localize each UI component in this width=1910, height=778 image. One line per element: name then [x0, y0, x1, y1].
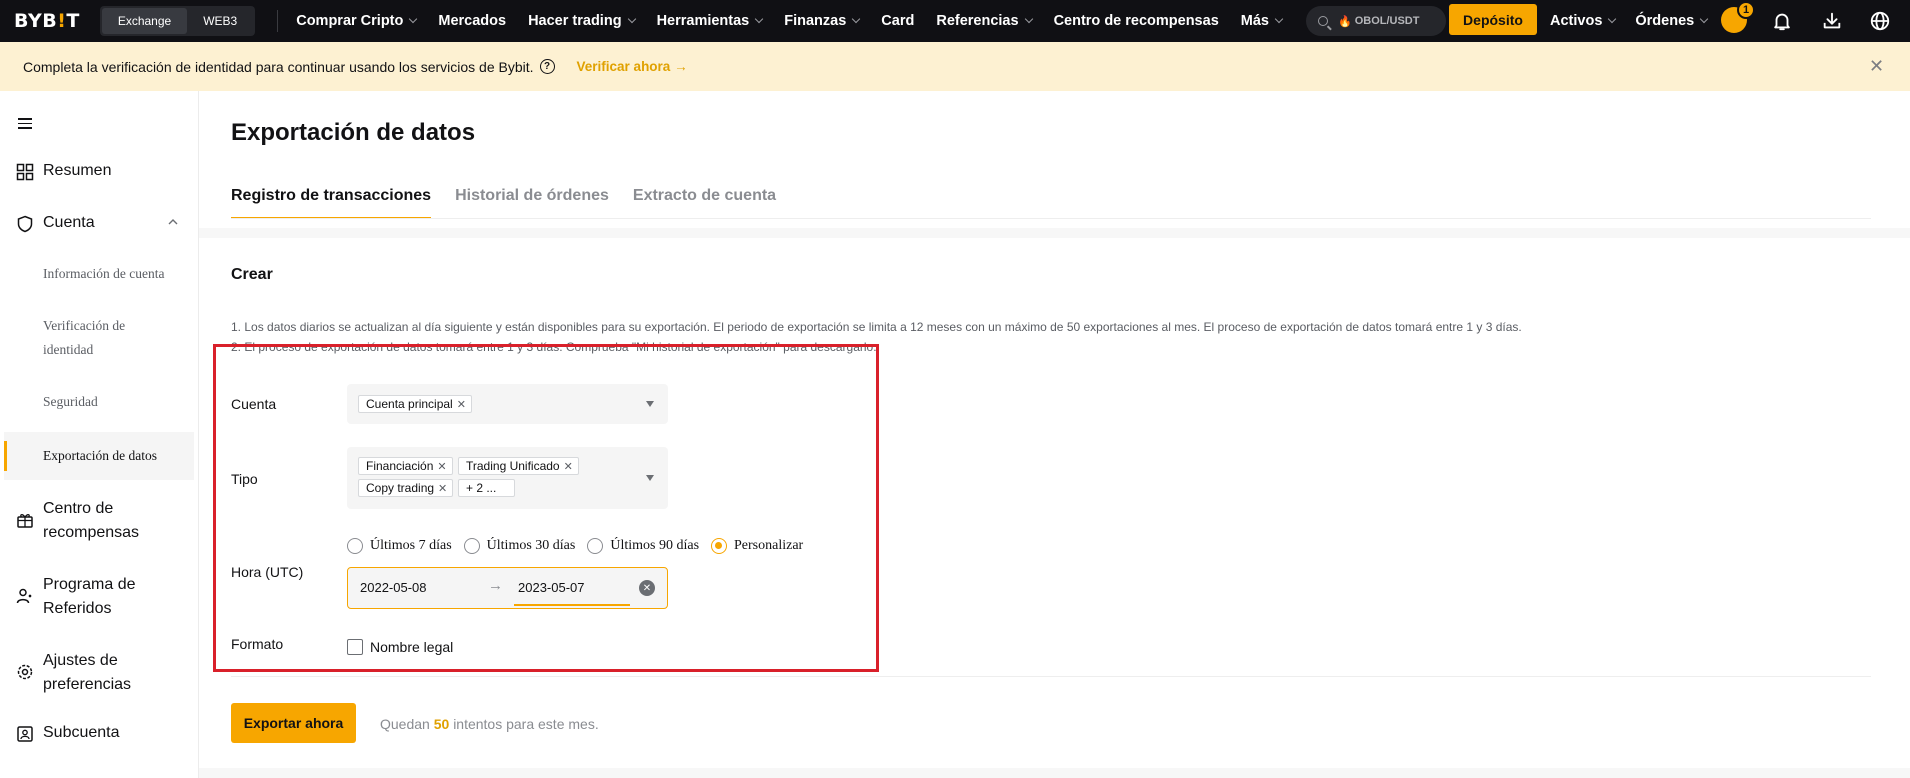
globe-icon[interactable]	[1869, 10, 1891, 32]
nav-divider	[277, 10, 279, 32]
chevron-down-icon	[1274, 14, 1284, 24]
users-icon	[16, 588, 32, 604]
nav-referencias[interactable]: Referencias	[936, 13, 1033, 29]
web3-toggle[interactable]: WEB3	[187, 8, 253, 34]
verify-now-link[interactable]: Verificar ahora →	[577, 59, 688, 74]
remaining-attempts: Quedan 50 intentos para este mes.	[380, 716, 599, 732]
chevron-down-icon	[627, 14, 636, 24]
gear-icon	[17, 664, 33, 680]
tab-registro-transacciones[interactable]: Registro de transacciones	[231, 187, 432, 219]
grid-icon	[16, 163, 34, 181]
chevron-down-icon	[1699, 14, 1709, 24]
bybit-logo[interactable]: BYB!T	[14, 10, 80, 32]
bottom-band	[199, 768, 1910, 778]
section-band	[199, 228, 1910, 238]
tab-extracto-cuenta[interactable]: Extracto de cuenta	[633, 187, 776, 219]
nav-ordenes[interactable]: Órdenes	[1635, 13, 1709, 29]
highlight-box	[213, 344, 879, 672]
nav-centro-recompensas[interactable]: Centro de recompensas	[1054, 13, 1219, 29]
form-divider	[231, 676, 1871, 677]
sidebar-sub-exportacion-label: Exportación de datos	[43, 448, 157, 463]
sidebar-item-centro-recompensas[interactable]: Centro de recompensas	[16, 497, 139, 545]
chevron-down-icon	[1024, 14, 1033, 24]
exchange-web3-switch: Exchange WEB3	[99, 6, 256, 36]
search-input[interactable]: 🔥 OBOL/USDT	[1305, 6, 1446, 36]
sidebar-item-cuenta[interactable]: Cuenta	[16, 214, 186, 233]
sidebar-sub-verificacion[interactable]: Verificación de identidad	[43, 314, 125, 362]
sidebar-item-label: Cuenta	[43, 214, 95, 231]
sidebar-item-ajustes-preferencias[interactable]: Ajustes de preferencias	[16, 649, 131, 697]
sidebar-sub-exportacion-active[interactable]: Exportación de datos	[4, 432, 194, 480]
chevron-up-icon[interactable]	[168, 218, 178, 226]
notification-count-badge: 1	[1737, 1, 1755, 19]
chevron-down-icon	[1608, 14, 1617, 24]
search-icon	[1317, 16, 1328, 26]
sidebar-sub-seguridad[interactable]: Seguridad	[43, 390, 98, 414]
chevron-down-icon	[755, 14, 764, 24]
sidebar: Resumen Cuenta Información de cuenta Ver…	[0, 91, 199, 778]
nav-finanzas[interactable]: Finanzas	[784, 13, 861, 29]
sidebar-item-label: Subcuenta	[43, 724, 120, 741]
sub-account-icon	[17, 726, 33, 742]
chevron-down-icon	[409, 14, 418, 24]
tab-historial-ordenes[interactable]: Historial de órdenes	[455, 187, 609, 219]
nav-comprar-cripto[interactable]: Comprar Cripto	[296, 13, 418, 29]
download-icon[interactable]	[1821, 10, 1843, 32]
sidebar-item-resumen[interactable]: Resumen	[16, 162, 111, 181]
avatar[interactable]: 1	[1721, 1, 1755, 33]
export-now-button[interactable]: Exportar ahora	[231, 703, 356, 743]
nav-mas[interactable]: Más	[1241, 13, 1284, 29]
exchange-toggle[interactable]: Exchange	[101, 8, 188, 34]
kyc-banner: Completa la verificación de identidad pa…	[0, 42, 1910, 91]
collapse-menu-icon[interactable]	[18, 118, 32, 130]
tabs: Registro de transacciones Historial de ó…	[231, 187, 800, 219]
banner-message: Completa la verificación de identidad pa…	[23, 58, 534, 75]
deposit-button[interactable]: Depósito	[1449, 4, 1537, 35]
sidebar-item-programa-referidos[interactable]: Programa de Referidos	[16, 573, 136, 621]
nav-hacer-trading[interactable]: Hacer trading	[528, 13, 636, 29]
nav-card[interactable]: Card	[881, 13, 914, 29]
info-note-1: 1. Los datos diarios se actualizan al dí…	[231, 320, 1522, 334]
nav-activos[interactable]: Activos	[1550, 13, 1617, 29]
page-title: Exportación de datos	[231, 119, 476, 146]
nav-herramientas[interactable]: Herramientas	[657, 13, 764, 29]
sidebar-item-label: Resumen	[43, 162, 112, 179]
main-content: Exportación de datos Registro de transac…	[199, 91, 1910, 778]
gift-icon	[17, 514, 33, 528]
sidebar-sub-informacion-cuenta[interactable]: Información de cuenta	[43, 262, 164, 286]
bell-icon[interactable]	[1771, 10, 1793, 32]
right-nav: Activos Órdenes	[1550, 0, 1727, 42]
fire-icon: 🔥	[1337, 15, 1352, 28]
close-icon[interactable]: ✕	[1869, 56, 1884, 77]
chevron-down-icon	[852, 14, 861, 24]
help-icon[interactable]: ?	[539, 59, 555, 74]
nav-mercados[interactable]: Mercados	[438, 13, 506, 29]
section-title: Crear	[231, 266, 273, 283]
shield-icon	[17, 215, 33, 233]
sidebar-item-subcuenta[interactable]: Subcuenta	[16, 724, 120, 743]
tabs-divider	[231, 218, 1871, 219]
